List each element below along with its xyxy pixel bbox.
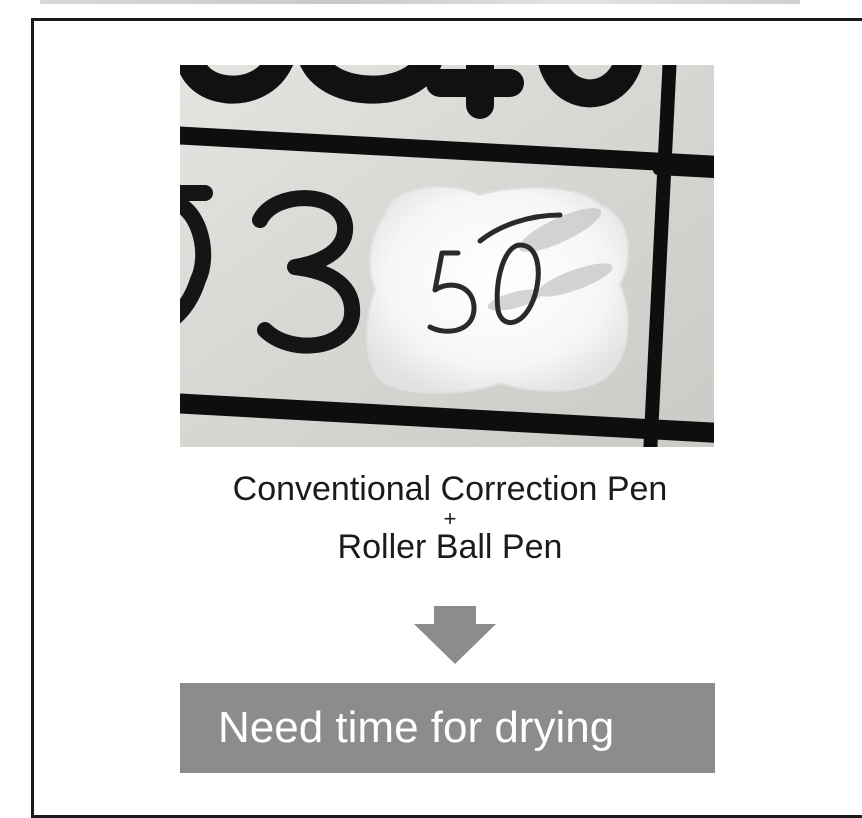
caption: Conventional Correction Pen + Roller Bal…	[150, 470, 750, 566]
correction-photo	[180, 65, 714, 447]
caption-line2: Roller Ball Pen	[337, 528, 563, 566]
correction-photo-illustration	[180, 65, 714, 447]
down-arrow-icon	[414, 606, 496, 664]
top-strip	[40, 0, 800, 4]
result-label: Need time for drying	[218, 703, 615, 752]
result-box: Need time for drying	[180, 683, 715, 773]
caption-line1: Conventional Correction Pen	[232, 470, 668, 508]
caption-plus: +	[443, 506, 457, 531]
